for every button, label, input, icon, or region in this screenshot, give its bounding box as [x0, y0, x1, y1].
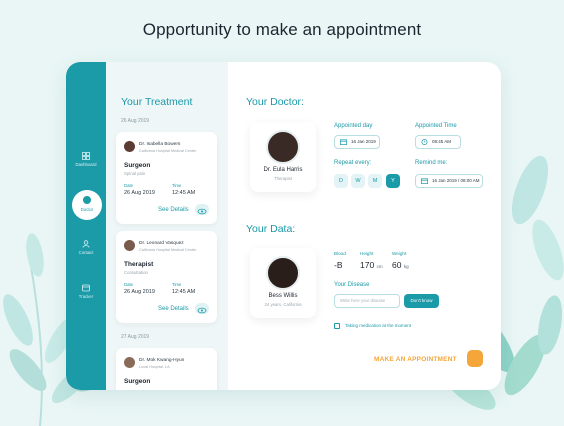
medication-label: Taking medication at the moment: [345, 323, 412, 328]
weight-metric: 60 kg: [392, 260, 409, 270]
grid-icon: [82, 152, 90, 160]
medication-checkbox[interactable]: [334, 323, 340, 329]
height-value: 170: [360, 260, 375, 270]
calendar-icon: [421, 178, 428, 184]
appointed-time-label: Appointed Time: [415, 123, 457, 129]
card-time: 12:45 AM: [172, 190, 196, 196]
calendar-icon: [340, 139, 347, 145]
main-panel: Your Doctor: Dr. Eula Harris Therapist A…: [228, 62, 501, 390]
make-appointment-button[interactable]: MAKE AN APPOINTMENT: [374, 356, 457, 363]
tracker-icon: [82, 284, 90, 292]
page-headline: Opportunity to make an appointment: [142, 20, 422, 39]
card-role: Therapist: [124, 261, 154, 268]
treatment-card[interactable]: Dr. Isabella Bowers California Hospital …: [116, 132, 217, 224]
card-hospital: California Hospital Medical Center: [139, 248, 197, 252]
remind-label: Remind me:: [415, 160, 448, 166]
repeat-option-day[interactable]: D: [334, 174, 348, 188]
treatment-card[interactable]: Dr. Mok Kwang-Hyun Local Hospital, LA Su…: [116, 348, 217, 390]
height-unit: cm: [376, 264, 383, 269]
remind-field[interactable]: 16 Jan 2019 / 08:00 AM: [415, 174, 483, 188]
date-group-label: 27 Aug 2019: [121, 334, 150, 340]
weight-unit: kg: [403, 264, 409, 269]
disease-input[interactable]: Write here your disease: [334, 294, 400, 308]
card-time-label: Time: [172, 282, 182, 287]
arrow-right-icon[interactable]: [467, 350, 483, 367]
repeat-option-week[interactable]: W: [351, 174, 365, 188]
card-doctor-name: Dr. Isabella Bowers: [139, 142, 181, 147]
card-hospital: California Hospital Medical Center: [139, 149, 197, 153]
repeat-option-year[interactable]: Y: [386, 174, 400, 188]
height-label: Height: [360, 251, 374, 256]
sidebar-item-tracker[interactable]: Tracker: [66, 284, 106, 299]
clock-icon: [421, 139, 428, 145]
card-date: 26 Aug 2019: [124, 289, 155, 295]
appointed-time-field[interactable]: 08:45 AM: [415, 135, 461, 149]
sidebar-item-contact[interactable]: Contact: [66, 240, 106, 255]
doctor-name: Dr. Eula Harris: [263, 167, 303, 173]
repeat-label: Repeat every:: [334, 160, 372, 166]
card-time: 12:45 AM: [172, 289, 196, 295]
see-details-link[interactable]: See Details: [158, 306, 189, 312]
card-doctor-name: Dr. Mok Kwang-Hyun: [139, 358, 185, 363]
data-section-title: Your Data:: [246, 223, 296, 235]
card-date-label: Date: [124, 282, 134, 287]
doctor-specialty: Therapist: [274, 176, 292, 181]
appointed-time-value: 08:45 AM: [432, 139, 452, 144]
weight-value: 60: [392, 260, 402, 270]
date-group-label: 26 Aug 2019: [121, 118, 150, 124]
avatar: [124, 357, 135, 368]
see-details-link[interactable]: See Details: [158, 207, 189, 213]
card-condition: Spinal pain: [124, 171, 146, 176]
remind-value: 16 Jan 2019 / 08:00 AM: [432, 178, 480, 183]
card-role: Surgeon: [124, 378, 151, 385]
doctor-section-title: Your Doctor:: [246, 96, 304, 108]
patient-photo: [266, 256, 300, 290]
doctor-profile-card: Dr. Eula Harris Therapist: [250, 122, 316, 192]
card-condition: Consultation: [124, 270, 148, 275]
blood-value: -B: [334, 260, 343, 270]
appointed-day-value: 16 Jan 2019: [351, 139, 376, 144]
doctor-icon: [83, 196, 91, 204]
treatment-title: Your Treatment: [121, 96, 193, 108]
doctor-photo: [266, 130, 300, 164]
dont-know-button[interactable]: Don't know: [404, 294, 439, 308]
sidebar-item-label: Dashboard: [75, 162, 97, 167]
sidebar-item-label: Tracker: [78, 294, 94, 299]
sidebar-item-dashboard[interactable]: Dashboard: [66, 152, 106, 167]
disease-label: Your Disease: [334, 282, 370, 288]
contact-icon: [82, 240, 90, 248]
sidebar-item-label: Doctor: [80, 207, 94, 212]
patient-name: Bess Willis: [268, 293, 298, 299]
card-date: 26 Aug 2019: [124, 190, 155, 196]
eye-icon[interactable]: [195, 303, 209, 314]
treatment-panel: Your Treatment 26 Aug 2019 Dr. Isabella …: [106, 62, 228, 390]
patient-info: 24 years, California: [264, 302, 302, 307]
appointed-day-field[interactable]: 16 Jan 2019: [334, 135, 380, 149]
weight-label: Weight: [392, 251, 407, 256]
card-doctor-name: Dr. Leonard Vasquez: [139, 241, 184, 246]
sidebar-item-label: Contact: [78, 250, 94, 255]
treatment-card[interactable]: Dr. Leonard Vasquez California Hospital …: [116, 231, 217, 323]
eye-icon[interactable]: [195, 204, 209, 215]
sidebar-item-doctor[interactable]: Doctor: [72, 190, 102, 220]
card-hospital: Local Hospital, LA: [139, 365, 170, 369]
card-role: Surgeon: [124, 162, 151, 169]
sidebar: Dashboard Doctor Contact Tracker: [66, 62, 106, 390]
card-time-label: Time: [172, 183, 182, 188]
patient-profile-card: Bess Willis 24 years, California: [250, 248, 316, 318]
blood-label: Blood: [334, 251, 346, 256]
avatar: [124, 240, 135, 251]
app-window: Dashboard Doctor Contact Tracker Your Tr…: [66, 62, 501, 390]
repeat-option-month[interactable]: M: [368, 174, 382, 188]
appointed-day-label: Appointed day: [334, 123, 373, 129]
card-date-label: Date: [124, 183, 134, 188]
avatar: [124, 141, 135, 152]
height-metric: 170 cm: [360, 260, 383, 270]
